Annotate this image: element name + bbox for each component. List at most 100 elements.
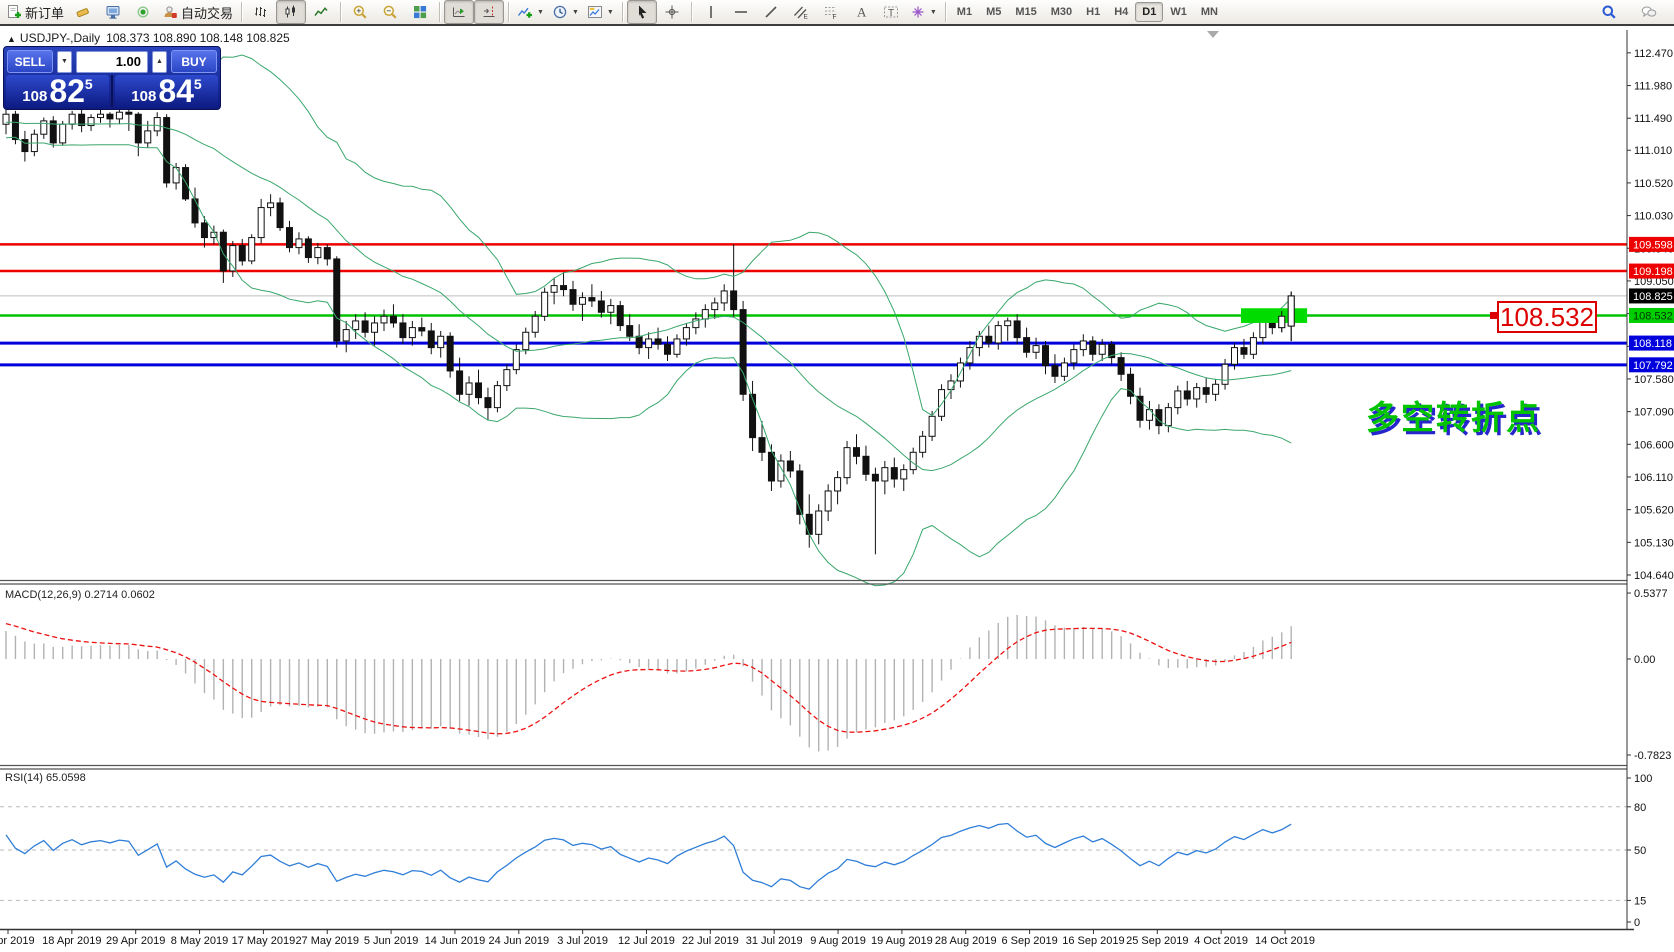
date-label[interactable]: 9 Aug 2019: [810, 935, 866, 947]
highlight-box[interactable]: [1241, 308, 1307, 323]
horizontal-line-tool-button[interactable]: [726, 0, 756, 24]
candle-body: [1033, 346, 1039, 353]
buy-button[interactable]: BUY: [171, 50, 217, 73]
shift-marker-icon[interactable]: [1207, 31, 1219, 38]
timeframe-h4-button[interactable]: H4: [1107, 2, 1135, 22]
date-label[interactable]: 28 Aug 2019: [935, 935, 997, 947]
timeframe-m1-button[interactable]: M1: [950, 2, 979, 22]
indicators-list-button[interactable]: ▼: [513, 0, 548, 24]
dropdown-arrow-icon[interactable]: ▼: [930, 9, 937, 16]
vertical-line-tool-button[interactable]: [696, 0, 726, 24]
candle-body: [362, 321, 368, 332]
price-tick-label: 107.090: [1634, 407, 1674, 419]
date-label[interactable]: 12 Jul 2019: [618, 935, 675, 947]
date-label[interactable]: 24 Jun 2019: [489, 935, 550, 947]
auto-trading-button[interactable]: 自动交易: [158, 0, 237, 24]
date-label[interactable]: 22 Jul 2019: [682, 935, 739, 947]
price-tick-label: 105.620: [1634, 505, 1674, 517]
trade-panel-prices: 108825 108845: [4, 75, 220, 109]
candle-body: [854, 448, 860, 457]
signals-button[interactable]: [128, 0, 158, 24]
candle-body: [721, 291, 727, 303]
date-label[interactable]: 6 Sep 2019: [1001, 935, 1057, 947]
sell-price-big: 82: [49, 76, 85, 106]
chart-shift-button[interactable]: [474, 0, 504, 24]
text-label-tool-button[interactable]: T: [876, 0, 906, 24]
periods-button[interactable]: ▼: [548, 0, 583, 24]
sell-price[interactable]: 108825: [6, 75, 109, 107]
date-label[interactable]: 3 Jul 2019: [557, 935, 608, 947]
sell-button[interactable]: SELL: [7, 50, 53, 73]
metaeditor-button[interactable]: [98, 0, 128, 24]
fibo-icon: F: [823, 4, 839, 20]
candle-body: [315, 248, 321, 258]
date-label[interactable]: 4 Oct 2019: [1194, 935, 1248, 947]
date-label[interactable]: 25 Sep 2019: [1126, 935, 1188, 947]
date-label[interactable]: 19 Aug 2019: [871, 935, 933, 947]
community-chat-button[interactable]: [1634, 0, 1664, 24]
date-label[interactable]: 14 Oct 2019: [1255, 935, 1315, 947]
candle-body: [1099, 344, 1105, 354]
tile-windows-button[interactable]: [405, 0, 435, 24]
cursor-button[interactable]: [627, 0, 657, 24]
toolbar-separator: [622, 2, 623, 22]
candlestick-chart-button[interactable]: [276, 0, 306, 24]
candle-body: [1232, 348, 1238, 365]
date-label[interactable]: 16 Sep 2019: [1062, 935, 1124, 947]
buy-price-sup: 5: [194, 76, 202, 92]
candle-body: [230, 246, 236, 271]
search-button[interactable]: [1594, 0, 1624, 24]
arrows-tool-button[interactable]: ▼: [906, 0, 941, 24]
volume-decrease-button[interactable]: ▼: [57, 51, 72, 73]
volume-input[interactable]: 1.00: [76, 51, 148, 73]
candle-body: [390, 316, 396, 323]
candle-body: [1194, 388, 1200, 399]
timeframe-m15-button[interactable]: M15: [1008, 2, 1043, 22]
date-label[interactable]: 8 May 2019: [171, 935, 228, 947]
toolbar-separator: [691, 2, 692, 22]
timeframe-h1-button[interactable]: H1: [1079, 2, 1107, 22]
dropdown-arrow-icon[interactable]: ▼: [607, 9, 614, 16]
timeframe-mn-button[interactable]: MN: [1194, 2, 1225, 22]
buy-price[interactable]: 108845: [115, 75, 218, 107]
zoom-in-button[interactable]: [345, 0, 375, 24]
candle-body: [485, 398, 491, 408]
auto-scroll-button[interactable]: [444, 0, 474, 24]
chinese-annotation[interactable]: 多空转折点: [1366, 391, 1541, 439]
date-label[interactable]: 14 Jun 2019: [425, 935, 486, 947]
candle-body: [296, 239, 302, 248]
eraser-button[interactable]: [68, 0, 98, 24]
equidistant-channel-tool-button[interactable]: E: [786, 0, 816, 24]
line-chart-button[interactable]: [306, 0, 336, 24]
date-label[interactable]: 17 May 2019: [232, 935, 296, 947]
candle-body: [702, 310, 708, 319]
date-label[interactable]: 27 May 2019: [295, 935, 359, 947]
timeframe-w1-button[interactable]: W1: [1163, 2, 1194, 22]
timeframe-m30-button[interactable]: M30: [1044, 2, 1079, 22]
bar-chart-button[interactable]: [246, 0, 276, 24]
date-label[interactable]: 29 Apr 2019: [106, 935, 165, 947]
text-tool-button[interactable]: A: [846, 0, 876, 24]
price-tick-label: 111.490: [1634, 113, 1672, 125]
date-label[interactable]: 5 Jun 2019: [364, 935, 418, 947]
date-label[interactable]: 9 Apr 2019: [0, 935, 35, 947]
collapse-panel-arrow[interactable]: ▲: [7, 34, 16, 44]
price-callout-108532[interactable]: 108.532: [1497, 301, 1597, 333]
date-label[interactable]: 18 Apr 2019: [42, 935, 101, 947]
volume-increase-button[interactable]: ▲: [152, 51, 167, 73]
rsi-indicator-label: RSI(14) 65.0598: [5, 772, 86, 784]
crosshair-button[interactable]: [657, 0, 687, 24]
trendline-tool-button[interactable]: [756, 0, 786, 24]
timeframe-d1-button[interactable]: D1: [1135, 2, 1163, 22]
timeframe-m5-button[interactable]: M5: [979, 2, 1008, 22]
templates-button[interactable]: ▼: [583, 0, 618, 24]
dropdown-arrow-icon[interactable]: ▼: [572, 9, 579, 16]
rsi-panel: [0, 807, 1627, 901]
new-order-button[interactable]: 新订单: [2, 0, 68, 24]
candle-body: [1024, 338, 1030, 353]
candle-body: [891, 468, 897, 479]
dropdown-arrow-icon[interactable]: ▼: [537, 9, 544, 16]
fibonacci-tool-button[interactable]: F: [816, 0, 846, 24]
date-label[interactable]: 31 Jul 2019: [746, 935, 803, 947]
zoom-out-button[interactable]: [375, 0, 405, 24]
